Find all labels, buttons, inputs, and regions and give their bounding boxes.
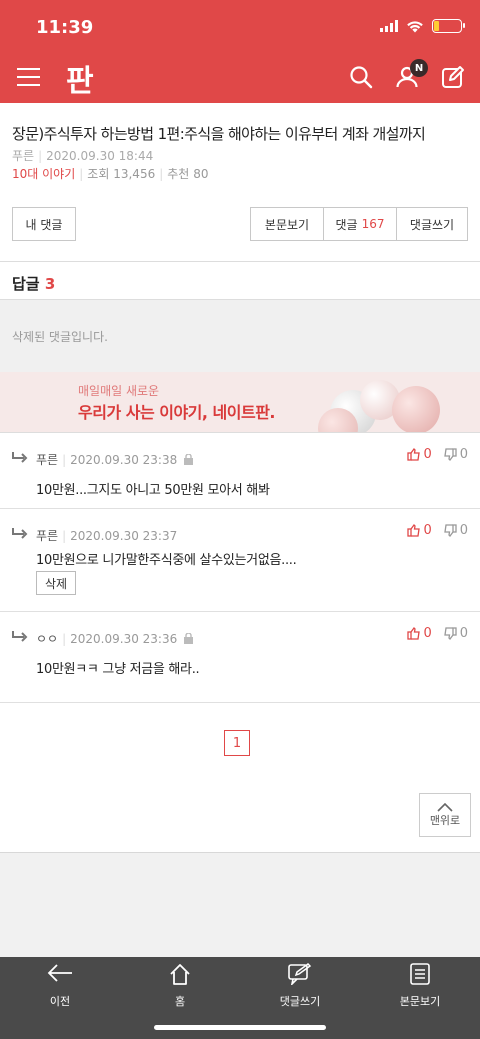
comment-item: 푸른 | 2020.09.30 23:38 10만원...그지도 아니고 50만원 … — [0, 433, 480, 509]
tab-write-label: 댓글쓰기 — [279, 995, 321, 1008]
article-stats: 10대 이야기 | 조회 13,456 | 추천 80 — [12, 167, 209, 181]
tab-view-body[interactable]: 본문보기 — [360, 963, 480, 1009]
banner-subtitle: 매일매일 새로운 — [78, 384, 160, 398]
article-category[interactable]: 10대 이야기 — [12, 167, 75, 181]
back-arrow-icon — [47, 964, 72, 982]
comment-date: 2020.09.30 23:37 — [70, 528, 178, 543]
logo[interactable]: 판 — [66, 56, 94, 100]
replies-label: 답글 — [12, 275, 40, 293]
tab-prev[interactable]: 이전 — [0, 963, 120, 1009]
scroll-top-label: 맨위로 — [429, 813, 461, 827]
view-body-label: 본문보기 — [264, 217, 310, 232]
status-icons — [380, 19, 465, 33]
thumbs-down-icon — [443, 448, 457, 461]
dislike-button[interactable]: 0 — [443, 626, 468, 641]
my-comments-label: 내 댓글 — [25, 217, 63, 232]
comments-count: 167 — [361, 217, 385, 231]
like-button[interactable]: 0 — [407, 626, 432, 641]
tab-prev-label: 이전 — [49, 995, 71, 1008]
reply-arrow-icon — [12, 452, 28, 463]
comment-date: 2020.09.30 23:38 — [70, 452, 178, 467]
document-icon — [410, 963, 430, 985]
tab-home[interactable]: 홈 — [120, 963, 240, 1009]
lock-icon — [183, 454, 194, 465]
reply-arrow-icon — [12, 631, 28, 642]
lock-icon — [183, 633, 194, 644]
page-number-current[interactable]: 1 — [224, 730, 250, 756]
menu-icon[interactable] — [17, 68, 40, 92]
bottom-tab-bar: 이전 홈 댓글쓰기 본문보기 — [0, 957, 480, 1039]
status-time: 11:39 — [36, 17, 94, 38]
dislike-count: 0 — [459, 447, 468, 462]
view-body-button[interactable]: 본문보기 — [250, 207, 324, 241]
replies-header: 답글 3 — [0, 261, 480, 299]
recommend-count: 80 — [193, 167, 209, 181]
footer-divider — [0, 852, 480, 853]
like-count: 0 — [423, 447, 432, 462]
ad-banner[interactable]: 매일매일 새로운 우리가 사는 이야기, 네이트판. — [0, 372, 480, 432]
signal-icon — [380, 20, 398, 32]
comment-date: 2020.09.30 23:36 — [70, 631, 178, 646]
like-button[interactable]: 0 — [407, 523, 432, 538]
write-comment-label: 댓글쓰기 — [409, 217, 455, 232]
scroll-top-button[interactable]: 맨위로 — [419, 793, 471, 837]
article-title[interactable]: 장문)주식투자 하는방법 1편:주식을 해야하는 이유부터 계좌 개설까지 — [12, 123, 472, 144]
dislike-button[interactable]: 0 — [443, 447, 468, 462]
user-icon[interactable]: N — [390, 59, 428, 92]
recommend-label: 추천 — [167, 167, 190, 181]
comment-author[interactable]: 푸른 — [36, 527, 58, 544]
dislike-count: 0 — [459, 626, 468, 641]
thumbs-down-icon — [443, 524, 457, 537]
thumbs-up-icon — [407, 627, 421, 640]
edit-icon[interactable] — [436, 62, 470, 92]
thumbs-up-icon — [407, 524, 421, 537]
views-label: 조회 — [87, 167, 110, 181]
comment-text: 10만원ㅋㅋ 그냥 저금을 해라.. — [36, 662, 200, 677]
reply-arrow-icon — [12, 528, 28, 539]
notification-badge: N — [410, 59, 428, 77]
deleted-comment: 삭제된 댓글입니다. — [0, 299, 480, 372]
comment-item: 푸른 | 2020.09.30 23:37 10만원으로 니가말한주식중에 살수있는… — [0, 509, 480, 612]
comment-item: ㅇㅇ | 2020.09.30 23:36 10만원ㅋㅋ 그냥 저금을 해라.. 0… — [0, 612, 480, 703]
comments-label: 댓글 — [335, 217, 358, 232]
tab-view-label: 본문보기 — [399, 995, 441, 1008]
comments-button[interactable]: 댓글 167 — [323, 207, 397, 241]
comment-list: 푸른 | 2020.09.30 23:38 10만원...그지도 아니고 50만원 … — [0, 432, 480, 852]
like-button[interactable]: 0 — [407, 447, 432, 462]
thumbs-down-icon — [443, 627, 457, 640]
tab-write-comment[interactable]: 댓글쓰기 — [240, 963, 360, 1009]
home-icon — [170, 964, 190, 985]
search-icon[interactable] — [344, 62, 378, 92]
comment-text: 10만원으로 니가말한주식중에 살수있는거없음.... — [36, 553, 297, 568]
thumbs-up-icon — [407, 448, 421, 461]
app-header: 11:39 판 N — [0, 0, 480, 103]
home-indicator[interactable] — [154, 1025, 326, 1030]
article-date: 2020.09.30 18:44 — [46, 149, 154, 163]
comment-edit-icon — [288, 963, 312, 985]
like-count: 0 — [423, 626, 432, 641]
replies-count: 3 — [44, 275, 56, 293]
tab-home-label: 홈 — [174, 995, 186, 1008]
comment-author[interactable]: 푸른 — [36, 451, 58, 468]
chevron-up-icon — [437, 802, 453, 812]
battery-icon — [432, 19, 465, 33]
top-nav: 판 N — [0, 56, 480, 100]
article-author: 푸른 — [12, 149, 35, 163]
dislike-button[interactable]: 0 — [443, 523, 468, 538]
wifi-icon — [407, 20, 423, 32]
my-comments-button[interactable]: 내 댓글 — [12, 207, 76, 241]
banner-title: 우리가 사는 이야기, 네이트판. — [78, 403, 276, 422]
comment-author[interactable]: ㅇㅇ — [36, 630, 58, 647]
delete-button[interactable]: 삭제 — [36, 571, 76, 595]
article-meta: 푸른 | 2020.09.30 18:44 — [12, 149, 154, 163]
like-count: 0 — [423, 523, 432, 538]
views-count: 13,456 — [113, 167, 156, 181]
article-header: 장문)주식투자 하는방법 1편:주식을 해야하는 이유부터 계좌 개설까지 푸른… — [0, 103, 480, 261]
dislike-count: 0 — [459, 523, 468, 538]
deleted-comment-text: 삭제된 댓글입니다. — [12, 330, 108, 344]
write-comment-button[interactable]: 댓글쓰기 — [396, 207, 468, 241]
comment-text: 10만원...그지도 아니고 50만원 모아서 해봐 — [36, 483, 270, 498]
